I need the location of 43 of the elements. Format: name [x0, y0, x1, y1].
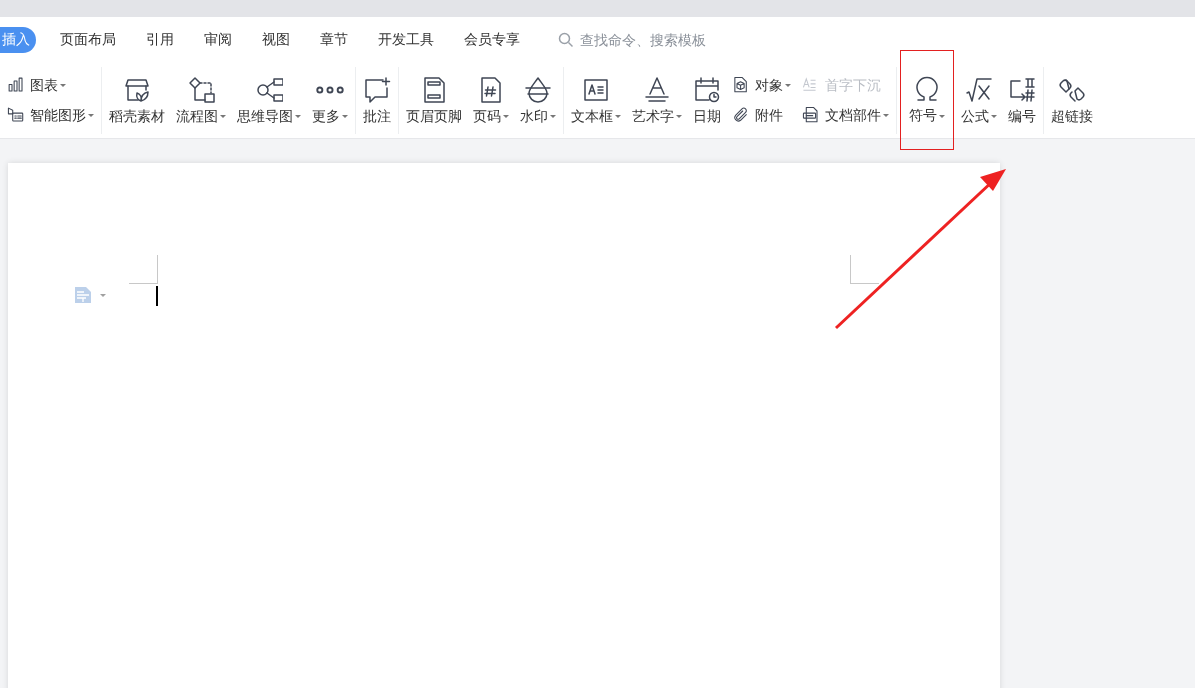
numbering-icon — [1008, 75, 1036, 104]
toolbar-button[interactable]: 思维导图 — [233, 63, 305, 138]
toolbar-button[interactable]: 艺术字 — [628, 63, 686, 138]
ribbon-tab[interactable]: 页面布局 — [54, 27, 122, 53]
toolbar-button[interactable]: 图表 — [5, 73, 96, 98]
text-cursor — [156, 286, 158, 306]
comment-icon — [363, 75, 391, 104]
square-root-icon — [965, 75, 993, 104]
watermark-icon — [524, 75, 552, 104]
toolbar-button[interactable]: 超链接 — [1047, 63, 1097, 138]
search-icon — [558, 32, 574, 48]
toolbar-button[interactable]: 文本框 — [567, 63, 625, 138]
letter-a-icon — [643, 75, 671, 104]
calendar-icon — [693, 75, 721, 104]
margin-mark — [129, 255, 158, 284]
toolbar-button[interactable]: 公式 — [957, 63, 1001, 138]
toolbar-button[interactable]: 文档部件 — [800, 103, 891, 128]
ribbon-tab[interactable]: 开发工具 — [372, 27, 440, 53]
toolbar-button[interactable]: 附件 — [730, 103, 793, 128]
toolbar-button[interactable]: 更多 — [308, 63, 352, 138]
more-icon — [316, 85, 344, 94]
toolbar-button[interactable]: 水印 — [516, 63, 560, 138]
toolbar-button[interactable]: 符号 — [900, 50, 954, 150]
toolbar-button[interactable]: 批注 — [359, 63, 395, 138]
toolbar-button[interactable]: 对象 — [730, 73, 793, 98]
toolbar-button[interactable]: 编号 — [1004, 63, 1040, 138]
toolbar-button[interactable]: 流程图 — [172, 63, 230, 138]
toolbar-button[interactable]: 智能图形 — [5, 103, 96, 128]
flowchart-icon — [187, 75, 215, 104]
toolbar-button[interactable]: 日期 — [689, 63, 725, 138]
ribbon-tab[interactable]: 引用 — [140, 27, 180, 53]
mindmap-icon — [255, 75, 283, 104]
omega-icon — [913, 75, 941, 103]
ribbon-tab[interactable]: 视图 — [256, 27, 296, 53]
ribbon-tab[interactable]: 审阅 — [198, 27, 238, 53]
toolbar-button[interactable]: 稻壳素材 — [105, 63, 169, 138]
margin-mark — [850, 255, 879, 284]
ribbon-tab[interactable]: 会员专享 — [458, 27, 526, 53]
toolbar-button[interactable]: 页码 — [469, 63, 513, 138]
paragraph-icon[interactable] — [75, 287, 109, 303]
search-field[interactable]: 查找命令、搜索模板 — [558, 31, 742, 49]
ribbon-tab[interactable]: 章节 — [314, 27, 354, 53]
toolbar-button[interactable]: 页眉页脚 — [402, 63, 466, 138]
